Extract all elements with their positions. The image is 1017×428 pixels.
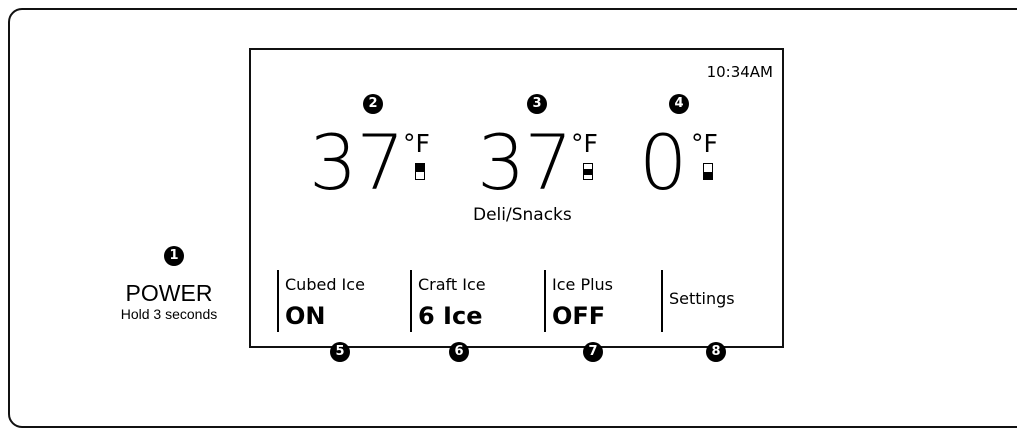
deli-temp-unit: °F (571, 129, 598, 158)
cubed-ice-label: Cubed Ice (285, 275, 365, 294)
freezer-level-icon (703, 163, 713, 180)
callout-5: 5 (330, 342, 350, 362)
power-button[interactable]: POWER Hold 3 seconds (104, 280, 234, 323)
callout-8: 8 (706, 342, 726, 362)
freezer-temp-unit: °F (691, 129, 718, 158)
craft-ice-label: Craft Ice (418, 275, 486, 294)
freezer-temperature[interactable]: 0 °F (639, 125, 739, 225)
cubed-ice-button[interactable]: Cubed Ice ON (277, 270, 407, 332)
freezer-temp-value: 0 (639, 118, 687, 207)
ice-plus-value: OFF (552, 302, 606, 330)
deli-level-icon (583, 163, 593, 180)
fridge-level-icon (415, 163, 425, 180)
power-label: POWER (125, 280, 213, 306)
fridge-temp-unit: °F (403, 129, 430, 158)
deli-temp-value: 37 (477, 118, 573, 207)
power-hint: Hold 3 seconds (120, 306, 218, 322)
settings-label: Settings (669, 289, 735, 308)
callout-4: 4 (669, 94, 689, 114)
fridge-temp-value: 37 (309, 118, 405, 207)
ice-plus-button[interactable]: Ice Plus OFF (544, 270, 659, 332)
callout-3: 3 (527, 94, 547, 114)
ice-plus-label: Ice Plus (552, 275, 614, 294)
display-screen: 10:34AM 2 37 °F 3 37 °F 4 0 °F Deli/Snac… (249, 48, 784, 348)
craft-ice-button[interactable]: Craft Ice 6 Ice (410, 270, 540, 332)
callout-7: 7 (583, 342, 603, 362)
clock: 10:34AM (706, 63, 773, 81)
callout-6: 6 (449, 342, 469, 362)
settings-button[interactable]: Settings (661, 270, 771, 332)
callout-2: 2 (363, 94, 383, 114)
callout-1: 1 (164, 246, 184, 266)
fridge-temperature[interactable]: 37 °F (309, 125, 439, 225)
craft-ice-value: 6 Ice (418, 302, 483, 330)
cubed-ice-value: ON (285, 302, 326, 330)
compartment-label: Deli/Snacks (473, 205, 572, 225)
